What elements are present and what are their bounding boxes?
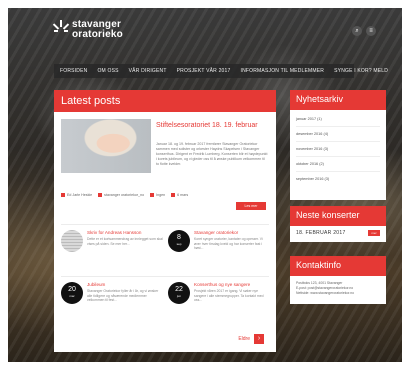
read-more-button[interactable]: Les mer xyxy=(236,202,266,210)
post-item[interactable]: 8 sep Stavanger oratoriekor Koret synger… xyxy=(168,230,268,280)
archive-list: januar 2017 (1) desember 2016 (4) novemb… xyxy=(290,110,386,189)
nav-item-synge-i-kor[interactable]: SYNGE I KOR? MELD xyxy=(329,68,393,74)
menu-icon[interactable]: ≡ xyxy=(366,26,376,36)
tag-name: stavanger oratoriekor_no xyxy=(104,193,145,197)
archive-heading: Nyhetsarkiv xyxy=(290,90,386,110)
post-date-badge: 20 mar xyxy=(61,282,83,304)
archive-item[interactable]: januar 2017 (1) xyxy=(296,112,380,127)
archive-item[interactable]: oktober 2016 (2) xyxy=(296,157,380,172)
nav-item-informasjon[interactable]: INFORMASJON TIL MEDLEMMER xyxy=(236,68,330,74)
next-page-button[interactable]: › xyxy=(254,334,264,344)
post-date-badge: 22 jun xyxy=(168,282,190,304)
comments-count: Ingen xyxy=(156,193,166,197)
search-icon[interactable]: ⌕ xyxy=(352,26,362,36)
contact-widget: Kontaktinfo Postboks 123, 4001 Stavanger… xyxy=(290,256,386,304)
post-day: 22 xyxy=(175,286,183,293)
post-item[interactable]: 22 jun Konserthus og nye sangere Prosjek… xyxy=(168,282,268,332)
post-date: 6 mars xyxy=(177,193,189,197)
older-posts-link[interactable]: Eldre xyxy=(238,336,250,342)
contact-line[interactable]: Nettside: www.stavangeroratoriekor.no xyxy=(296,291,380,296)
archive-widget: Nyhetsarkiv januar 2017 (1) desember 201… xyxy=(290,90,386,200)
comment-icon xyxy=(150,193,155,197)
pagination: Eldre › xyxy=(238,334,264,344)
post-title[interactable]: Skriv for Andreas Hansson xyxy=(87,230,163,236)
post-excerpt: Stavanger Oratoriekor fyller år i år, og… xyxy=(87,289,159,303)
user-icon xyxy=(98,193,103,197)
featured-post-meta: Ed Jarle Heskie stavanger oratoriekor_no… xyxy=(61,190,269,200)
featured-post-image[interactable] xyxy=(61,119,151,173)
sunburst-logo-icon xyxy=(52,20,70,40)
nav-item-forsiden[interactable]: FORSIDEN xyxy=(54,68,92,74)
nav-item-prosjekt[interactable]: PROSJEKT VÅR 2017 xyxy=(172,68,236,74)
page-background: stavanger oratorieko ⌕ ≡ FORSIDEN OM OSS… xyxy=(8,8,402,362)
post-title[interactable]: Stavanger oratoriekor xyxy=(194,230,270,236)
post-date-badge: 8 sep xyxy=(168,230,190,252)
date-meta: 6 mars xyxy=(171,193,188,197)
comments-meta[interactable]: Ingen xyxy=(150,193,165,197)
post-month: sep xyxy=(176,242,182,246)
divider xyxy=(61,224,269,225)
post-excerpt: Prosjekt våren 2017 er igang. Vi søker n… xyxy=(194,289,264,303)
post-month: mar xyxy=(69,294,75,298)
contact-heading: Kontaktinfo xyxy=(290,256,386,276)
post-item[interactable]: 20 mar Jubileum Stavanger Oratoriekor fy… xyxy=(61,282,161,332)
post-excerpt: Dette er et kortsammendrag av innlegget … xyxy=(87,237,163,246)
author-name: Ed Jarle Heskie xyxy=(67,193,93,197)
header-icons: ⌕ ≡ xyxy=(352,26,376,36)
archive-item[interactable]: november 2016 (3) xyxy=(296,142,380,157)
concert-date: 18. FEBRUAR 2017 xyxy=(296,230,346,236)
concert-more-badge[interactable]: mer xyxy=(368,230,380,236)
site-name-line2: oratorieko xyxy=(72,29,123,40)
latest-posts-card: Latest posts Stiftelsesoratoriet 18. 19.… xyxy=(54,90,276,352)
main-navigation: FORSIDEN OM OSS VÅR DIRIGENT PROSJEKT VÅ… xyxy=(54,64,388,78)
contact-info: Postboks 123, 4001 Stavanger E-post: pos… xyxy=(290,276,386,301)
divider xyxy=(61,276,269,277)
nav-item-dirigent[interactable]: VÅR DIRIGENT xyxy=(124,68,172,74)
tag-meta[interactable]: stavanger oratoriekor_no xyxy=(98,193,144,197)
site-logo[interactable]: stavanger oratorieko xyxy=(52,20,123,40)
archive-item[interactable]: september 2016 (3) xyxy=(296,172,380,187)
author-meta[interactable]: Ed Jarle Heskie xyxy=(61,193,92,197)
post-title[interactable]: Jubileum xyxy=(87,282,163,288)
latest-posts-heading: Latest posts xyxy=(54,90,276,112)
nav-item-om-oss[interactable]: OM OSS xyxy=(92,68,123,74)
post-day: 20 xyxy=(68,286,76,293)
featured-post-title[interactable]: Stiftelsesoratoriet 18. 19. februar xyxy=(156,121,266,130)
post-day: 8 xyxy=(177,234,181,241)
post-title[interactable]: Konserthus og nye sangere xyxy=(194,282,270,288)
post-month: jun xyxy=(176,294,181,298)
concerts-heading: Neste konserter xyxy=(290,206,386,226)
concerts-widget: Neste konserter 18. FEBRUAR 2017 mer xyxy=(290,206,386,242)
post-item[interactable]: Skriv for Andreas Hansson Dette er et ko… xyxy=(61,230,163,280)
archive-item[interactable]: desember 2016 (4) xyxy=(296,127,380,142)
site-header: stavanger oratorieko ⌕ ≡ xyxy=(8,8,402,64)
post-excerpt: Koret synger oratorier, kantater og oper… xyxy=(194,237,263,251)
featured-post-excerpt: Januar 18. og 19. februar 2017 fremfører… xyxy=(156,142,268,166)
site-name: stavanger oratorieko xyxy=(72,20,123,40)
post-thumbnail xyxy=(61,230,83,252)
clock-icon xyxy=(171,193,176,197)
concert-item[interactable]: 18. FEBRUAR 2017 mer xyxy=(290,226,386,240)
twitter-icon xyxy=(61,193,65,197)
